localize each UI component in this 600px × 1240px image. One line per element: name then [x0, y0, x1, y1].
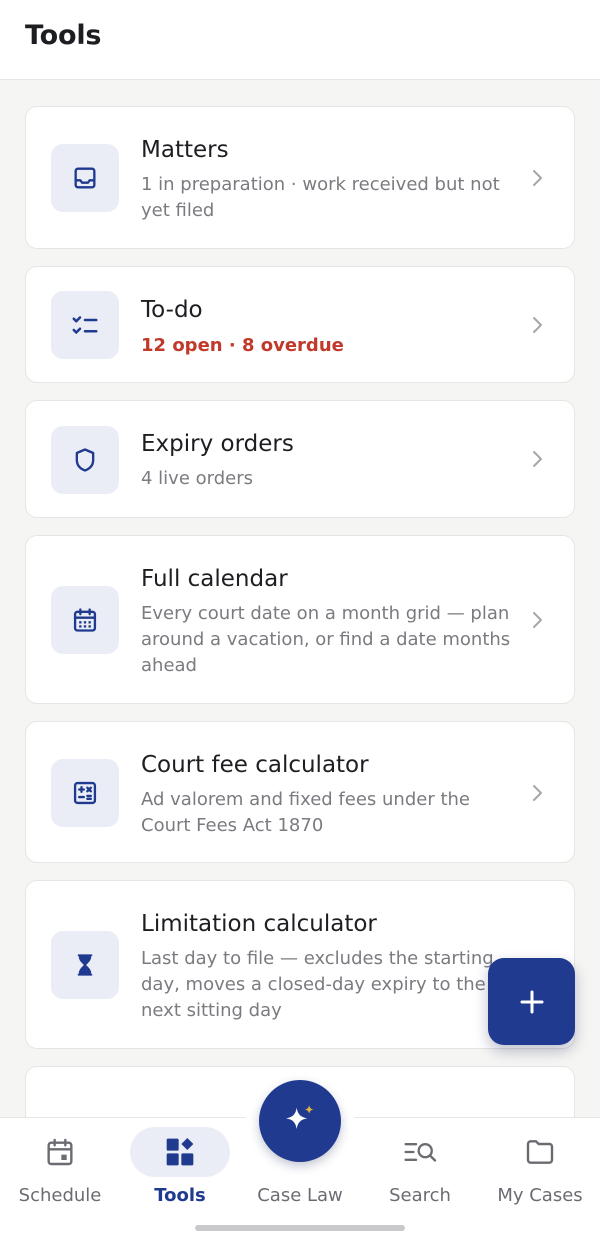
inbox-icon	[51, 144, 119, 212]
card-title: Expiry orders	[141, 431, 294, 457]
hourglass-icon	[51, 931, 119, 999]
card-title: Full calendar	[141, 566, 288, 592]
chevron-right-icon	[533, 170, 542, 186]
card-title: Matters	[141, 137, 229, 163]
card-todo[interactable]: To-do 12 open · 8 overdue	[25, 266, 575, 383]
app-header: Tools	[0, 0, 600, 80]
nav-label: Tools	[154, 1185, 206, 1206]
card-matters[interactable]: Matters 1 in preparation · work received…	[25, 106, 575, 249]
sparkle-icon	[286, 1105, 314, 1129]
nav-label: Search	[389, 1185, 451, 1206]
card-court-fee-calculator[interactable]: Court fee calculator Ad valorem and fixe…	[25, 721, 575, 863]
card-subtitle: Every court date on a month grid — plan …	[141, 603, 511, 676]
card-title: Court fee calculator	[141, 752, 369, 778]
calculator-icon	[51, 759, 119, 827]
card-expiry-orders[interactable]: Expiry orders 4 live orders	[25, 400, 575, 518]
nav-label: Case Law	[257, 1185, 343, 1206]
case-law-center-button[interactable]	[259, 1080, 341, 1162]
card-subtitle: Last day to file — excludes the starting…	[141, 948, 494, 1021]
add-fab-button[interactable]	[488, 958, 575, 1045]
card-subtitle: 1 in preparation · work received but not…	[141, 174, 500, 221]
folder-icon	[522, 1134, 558, 1170]
card-title: To-do	[141, 297, 203, 323]
tools-grid-icon	[162, 1134, 198, 1170]
checklist-icon	[51, 291, 119, 359]
calendar-icon	[51, 586, 119, 654]
nav-tools[interactable]: Tools	[120, 1118, 240, 1218]
home-indicator	[195, 1225, 405, 1231]
shield-icon	[51, 426, 119, 494]
chevron-right-icon	[533, 451, 542, 467]
nav-my-cases[interactable]: My Cases	[480, 1118, 600, 1218]
todo-status-text: 12 open · 8 overdue	[141, 335, 344, 356]
card-subtitle: Ad valorem and fixed fees under the Cour…	[141, 789, 470, 836]
page-title: Tools	[25, 20, 102, 51]
list-search-icon	[402, 1134, 438, 1170]
calendar-icon	[42, 1134, 78, 1170]
nav-label: My Cases	[497, 1185, 583, 1206]
chevron-right-icon	[533, 785, 542, 801]
plus-icon	[520, 990, 543, 1013]
chevron-right-icon	[533, 317, 542, 333]
card-full-calendar[interactable]: Full calendar Every court date on a mont…	[25, 535, 575, 704]
nav-search[interactable]: Search	[360, 1118, 480, 1218]
nav-schedule[interactable]: Schedule	[0, 1118, 120, 1218]
card-subtitle: 4 live orders	[141, 468, 253, 489]
card-title: Limitation calculator	[141, 911, 377, 937]
nav-label: Schedule	[18, 1185, 102, 1206]
chevron-right-icon	[533, 612, 542, 628]
